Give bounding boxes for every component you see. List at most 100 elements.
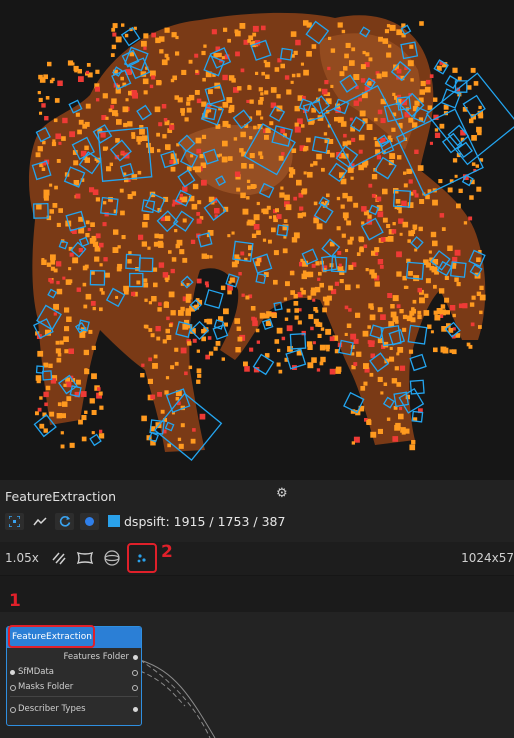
feature-point bbox=[54, 98, 60, 103]
feature-point bbox=[112, 247, 119, 253]
feature-point bbox=[347, 239, 353, 245]
feature-point bbox=[195, 166, 201, 173]
feature-point bbox=[315, 261, 320, 266]
describer-types-output-port[interactable] bbox=[133, 707, 138, 712]
feature-point bbox=[467, 85, 472, 90]
feature-point bbox=[237, 336, 243, 342]
feature-point bbox=[409, 44, 414, 49]
feature-point bbox=[139, 128, 145, 135]
feature-point bbox=[91, 373, 97, 380]
hatch-icon[interactable] bbox=[50, 550, 68, 566]
feature-point bbox=[307, 362, 314, 369]
masks-folder-output-port[interactable] bbox=[132, 685, 138, 691]
frame-icon[interactable] bbox=[76, 550, 94, 566]
feature-point bbox=[148, 357, 152, 362]
feature-point bbox=[479, 285, 484, 290]
feature-point bbox=[253, 224, 260, 230]
feature-point bbox=[178, 443, 184, 449]
feature-point bbox=[418, 226, 423, 232]
feature-point bbox=[276, 94, 281, 99]
feature-point bbox=[312, 298, 316, 302]
sfmdata-output-port[interactable] bbox=[132, 670, 138, 676]
feature-point bbox=[51, 141, 57, 147]
graph-editor[interactable]: 1 FeatureExtraction Features Folder SfMD… bbox=[0, 575, 514, 738]
feature-point bbox=[85, 233, 90, 238]
feature-point bbox=[336, 196, 341, 201]
feature-point bbox=[427, 324, 432, 329]
feature-point bbox=[433, 97, 438, 102]
color-toggle[interactable] bbox=[80, 512, 99, 530]
feature-point bbox=[60, 431, 64, 435]
feature-point bbox=[196, 368, 202, 374]
feature-point bbox=[452, 313, 456, 318]
feature-point bbox=[91, 431, 95, 435]
feature-point bbox=[103, 201, 107, 205]
feature-point bbox=[449, 349, 453, 353]
feature-point bbox=[406, 168, 412, 174]
feature-descriptor-box bbox=[213, 319, 225, 330]
sfmdata-input-port[interactable] bbox=[10, 670, 15, 675]
feature-point bbox=[294, 308, 299, 313]
feature-point bbox=[39, 111, 43, 115]
feature-point bbox=[84, 410, 88, 414]
image-viewer[interactable] bbox=[0, 0, 514, 480]
feature-point bbox=[58, 141, 62, 145]
feature-point bbox=[164, 27, 170, 33]
describer-color-swatch bbox=[108, 515, 120, 527]
feature-point bbox=[48, 363, 53, 368]
feature-point bbox=[341, 29, 346, 34]
feature-point bbox=[429, 265, 434, 271]
feature-point bbox=[56, 222, 61, 227]
feature-point bbox=[37, 350, 44, 357]
feature-point bbox=[166, 335, 172, 340]
feature-point bbox=[77, 129, 82, 135]
feature-point bbox=[136, 136, 142, 142]
feature-point bbox=[90, 301, 96, 306]
feature-point bbox=[41, 259, 47, 265]
feature-point bbox=[407, 239, 411, 243]
feature-point bbox=[386, 52, 392, 58]
feature-point bbox=[294, 122, 299, 127]
feature-point bbox=[261, 71, 265, 76]
feature-point bbox=[454, 174, 458, 178]
feature-point bbox=[456, 282, 461, 287]
feature-point bbox=[386, 24, 391, 28]
features-folder-output-port[interactable] bbox=[133, 655, 138, 660]
feature-point bbox=[312, 341, 316, 345]
feature-point bbox=[469, 302, 475, 307]
feature-point bbox=[281, 336, 286, 341]
feature-point bbox=[99, 263, 103, 267]
feature-point bbox=[321, 88, 328, 95]
feature-point bbox=[274, 339, 280, 344]
focus-frame-icon bbox=[9, 515, 20, 527]
describer-types-input-port[interactable] bbox=[10, 707, 16, 713]
display-mode-toggle[interactable] bbox=[30, 513, 49, 530]
feature-point bbox=[386, 417, 391, 421]
feature-point bbox=[411, 229, 416, 234]
feature-point bbox=[358, 164, 364, 171]
feature-point bbox=[392, 92, 396, 96]
feature-point bbox=[366, 419, 372, 425]
feature-point bbox=[317, 333, 322, 338]
sphere-icon[interactable] bbox=[103, 550, 121, 566]
refresh-toggle[interactable] bbox=[55, 512, 74, 530]
feature-point bbox=[111, 44, 117, 50]
feature-point bbox=[337, 116, 344, 123]
feature-point bbox=[340, 178, 347, 185]
show-features-toggle[interactable] bbox=[5, 512, 24, 530]
feature-point bbox=[380, 314, 386, 320]
feature-point bbox=[423, 310, 430, 316]
feature-point bbox=[325, 328, 332, 335]
feature-point bbox=[316, 223, 323, 230]
feature-point bbox=[260, 116, 264, 120]
feature-point bbox=[368, 183, 373, 188]
feature-point bbox=[246, 196, 250, 200]
gear-icon[interactable]: ⚙ bbox=[276, 487, 288, 500]
feature-point bbox=[294, 105, 300, 112]
masks-folder-input-port[interactable] bbox=[10, 685, 16, 691]
feature-point bbox=[234, 29, 239, 34]
feature-point bbox=[35, 411, 39, 416]
feature-point bbox=[387, 236, 394, 242]
feature-point bbox=[95, 197, 100, 202]
feature-point bbox=[368, 57, 373, 62]
